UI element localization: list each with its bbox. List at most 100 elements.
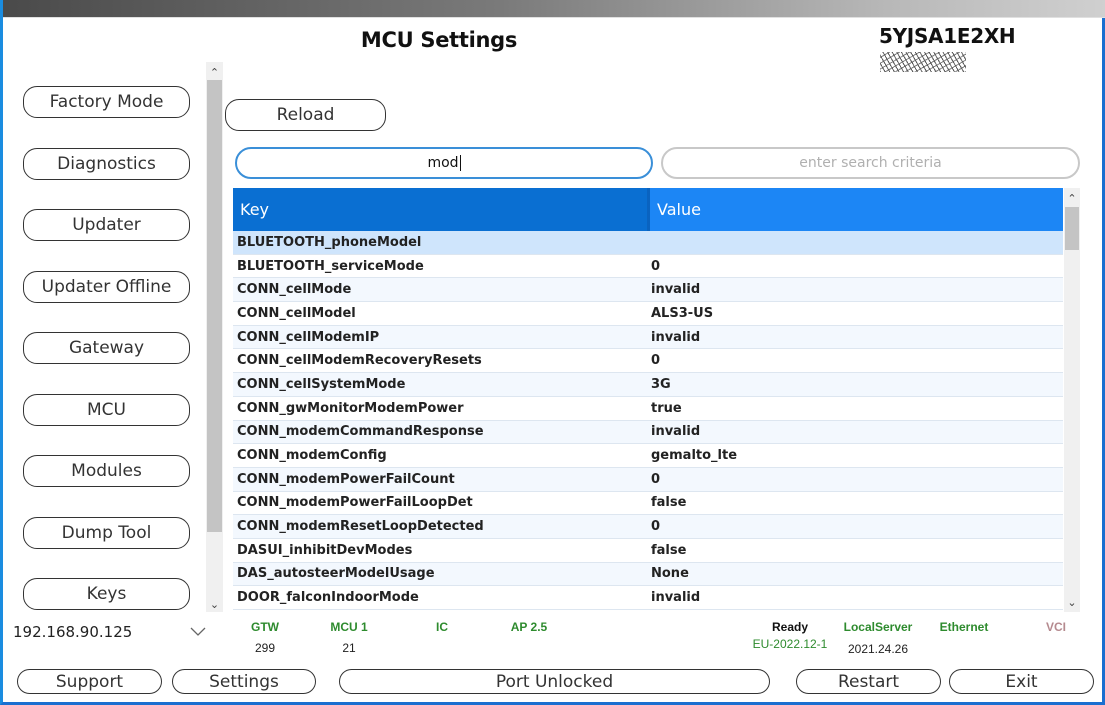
sidebar-item-diagnostics[interactable]: Diagnostics [23,148,190,180]
cell-key: CONN_modemConfig [237,448,387,464]
cell-value: invalid [651,424,701,440]
table-header: Key Value [233,188,1063,231]
cell-key: CONN_gwMonitorModemPower [237,400,464,416]
key-filter-input[interactable]: mod [235,147,653,179]
cell-value: invalid [651,329,701,345]
cell-value [647,231,1063,254]
search-criteria-input[interactable]: enter search criteria [661,147,1080,179]
key-filter-value: mod [427,155,459,171]
cell-key: DASUI_inhibitDevModes [237,542,413,558]
status-firmware-region: EU-2022.12-1 [752,637,828,651]
status-ap-label: AP 2.5 [510,620,548,634]
status-ic-label: IC [436,620,448,634]
status-ready-label: Ready [771,620,809,634]
cell-value: false [651,542,687,558]
sidebar-item-modules[interactable]: Modules [23,455,190,487]
cell-value: 3G [651,376,671,392]
status-mcu-value: 21 [342,641,356,655]
table-row[interactable]: CONN_modemResetLoopDetected 0 [233,515,1063,539]
sidebar-item-mcu[interactable]: MCU [23,394,190,426]
cell-value: ALS3-US [651,305,714,321]
table-row[interactable]: CONN_modemPowerFailLoopDet false [233,491,1063,516]
table-row[interactable]: DOOR_falconIndoorMode invalid [233,586,1063,610]
sidebar-item-updater[interactable]: Updater [23,209,190,241]
table-row[interactable]: CONN_cellMode invalid [233,278,1063,303]
scroll-up-icon[interactable]: ⌃ [1064,190,1080,206]
cell-key: CONN_modemPowerFailCount [237,471,455,487]
scroll-down-icon[interactable]: ⌄ [1064,594,1080,610]
cell-key: CONN_cellSystemMode [237,376,406,392]
sidebar-scrollbar[interactable]: ⌃ ⌄ [206,62,223,612]
sidebar-item-gateway[interactable]: Gateway [23,332,190,364]
scroll-down-icon[interactable]: ⌄ [206,596,223,612]
exit-button[interactable]: Exit [949,669,1094,694]
cell-key: CONN_cellMode [237,282,352,298]
table-row[interactable]: DASUI_inhibitDevModes false [233,538,1063,563]
chevron-down-icon [190,627,206,636]
table-row[interactable]: CONN_modemPowerFailCount 0 [233,467,1063,492]
column-header-key[interactable]: Key [233,188,647,231]
cell-value: false [651,495,687,511]
sidebar-item-dump-tool[interactable]: Dump Tool [23,517,190,549]
table-row[interactable]: CONN_cellModemIP invalid [233,325,1063,350]
table-row[interactable]: CONN_cellModel ALS3-US [233,302,1063,326]
status-gtw-label: GTW [251,620,279,634]
sidebar-scroll-thumb[interactable] [207,80,222,532]
settings-button[interactable]: Settings [172,669,316,694]
vin-text: 5YJSA1E2XH [879,24,1016,48]
vin-redaction [880,51,966,72]
sidebar-item-keys[interactable]: Keys [23,578,190,610]
cell-value: invalid [651,590,701,606]
status-mcu-label: MCU 1 [330,620,368,634]
reload-button[interactable]: Reload [225,99,386,131]
column-header-value[interactable]: Value [647,188,1063,231]
table-row[interactable]: CONN_modemConfig gemalto_lte [233,444,1063,468]
cell-key: CONN_modemPowerFailLoopDet [237,495,473,511]
status-gtw-value: 299 [254,641,276,655]
support-button[interactable]: Support [17,669,162,694]
cell-key: CONN_modemResetLoopDetected [237,519,484,535]
ip-address-select[interactable]: 192.168.90.125 [7,614,207,650]
table-row[interactable]: BLUETOOTH_phoneModel [233,231,1063,255]
status-connection-label: Ethernet [939,620,989,634]
cell-key: BLUETOOTH_serviceMode [237,258,424,274]
cell-value: true [651,400,682,416]
status-vci-label: VCI [1045,620,1066,634]
restart-button[interactable]: Restart [796,669,941,694]
settings-table: Key Value BLUETOOTH_phoneModel BLUETOOTH_… [233,188,1063,612]
cell-key: CONN_cellModemIP [237,329,380,345]
table-row[interactable]: CONN_cellSystemMode 3G [233,373,1063,397]
cell-value: None [651,566,689,582]
scroll-up-icon[interactable]: ⌃ [206,64,223,80]
table-scroll-thumb[interactable] [1065,207,1079,250]
cell-key: BLUETOOTH_phoneModel [237,234,422,250]
table-scrollbar[interactable]: ⌃ ⌄ [1064,188,1080,612]
table-row[interactable]: DAS_autosteerModelUsage None [233,562,1063,587]
table-row[interactable]: CONN_cellModemRecoveryResets 0 [233,349,1063,374]
app-window: MCU Settings 5YJSA1E2XH Factory Mode Dia… [0,0,1105,705]
vin-label: 5YJSA1E2XH [879,24,1102,72]
cell-key: DOOR_falconIndoorMode [237,590,419,606]
cell-key: CONN_cellModel [237,305,356,321]
status-server-version: 2021.24.26 [847,642,909,656]
table-row[interactable]: CONN_modemCommandResponse invalid [233,420,1063,445]
cell-value: 0 [651,353,661,369]
port-unlocked-button[interactable]: Port Unlocked [339,669,770,694]
sidebar-item-updater-offline[interactable]: Updater Offline [23,271,190,303]
status-server-label: LocalServer [843,620,913,634]
sidebar-item-factory-mode[interactable]: Factory Mode [23,86,190,118]
table-body: BLUETOOTH_phoneModel BLUETOOTH_serviceMod… [233,231,1063,610]
cell-value: 0 [651,258,661,274]
table-row[interactable]: CONN_gwMonitorModemPower true [233,396,1063,421]
cell-key: CONN_cellModemRecoveryResets [237,353,482,369]
cell-key: CONN_modemCommandResponse [237,424,484,440]
text-caret [459,155,461,171]
table-row[interactable]: BLUETOOTH_serviceMode 0 [233,254,1063,279]
cell-value: invalid [651,282,701,298]
cell-value: 0 [651,471,661,487]
page-title: MCU Settings [360,28,518,52]
search-criteria-placeholder: enter search criteria [799,155,942,171]
cell-key: DAS_autosteerModelUsage [237,566,435,582]
title-bar[interactable] [3,0,1105,18]
ip-address-value: 192.168.90.125 [13,623,133,641]
